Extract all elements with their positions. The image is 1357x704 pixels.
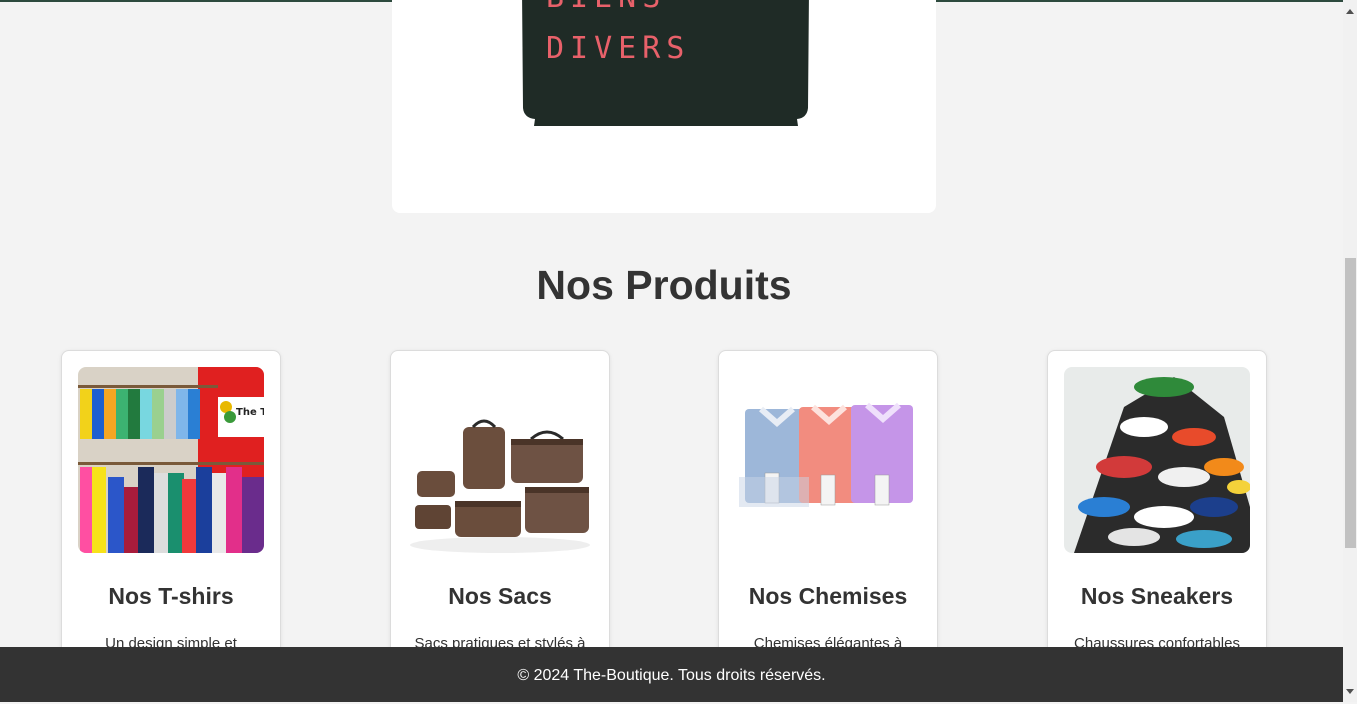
section-title: Nos Produits bbox=[536, 262, 792, 308]
bag-text-line: BIENS bbox=[546, 0, 666, 15]
footer: © 2024 The-Boutique. Tous droits réservé… bbox=[0, 647, 1343, 702]
scroll-up-arrow-icon[interactable] bbox=[1346, 9, 1354, 14]
scroll-down-arrow-icon[interactable] bbox=[1346, 689, 1354, 694]
hero-card: BIENS DIVERS bbox=[392, 0, 936, 213]
product-card-tshirts[interactable]: The T-S Nos T-shirs bbox=[61, 350, 281, 682]
tshirt-shop-photo[interactable]: The T-S bbox=[78, 367, 264, 553]
vertical-scrollbar[interactable] bbox=[1343, 0, 1357, 702]
scrollbar-thumb[interactable] bbox=[1345, 258, 1356, 548]
product-card-sneakers[interactable]: Nos Sneakers Chaussures confortables bbox=[1047, 350, 1267, 682]
product-title: Nos Chemises bbox=[748, 583, 908, 609]
bag-text-line: DIVERS bbox=[546, 31, 691, 66]
shirts-photo[interactable] bbox=[735, 367, 921, 553]
footer-copyright: © 2024 The-Boutique. Tous droits réservé… bbox=[517, 667, 826, 684]
tote-bag-image: BIENS DIVERS bbox=[522, 0, 809, 129]
product-card-bags[interactable]: Nos Sacs Sacs pratiques et stylés à bbox=[390, 350, 610, 682]
product-title: Nos Sacs bbox=[448, 583, 552, 609]
product-title: Nos T-shirs bbox=[108, 583, 234, 609]
product-title: Nos Sneakers bbox=[1080, 583, 1234, 609]
bags-photo[interactable] bbox=[407, 367, 593, 553]
product-card-shirts[interactable]: Nos Chemises Chemises élégantes à bbox=[718, 350, 938, 682]
svg-text:The T-S: The T-S bbox=[236, 407, 264, 418]
sneakers-photo[interactable] bbox=[1064, 367, 1250, 553]
